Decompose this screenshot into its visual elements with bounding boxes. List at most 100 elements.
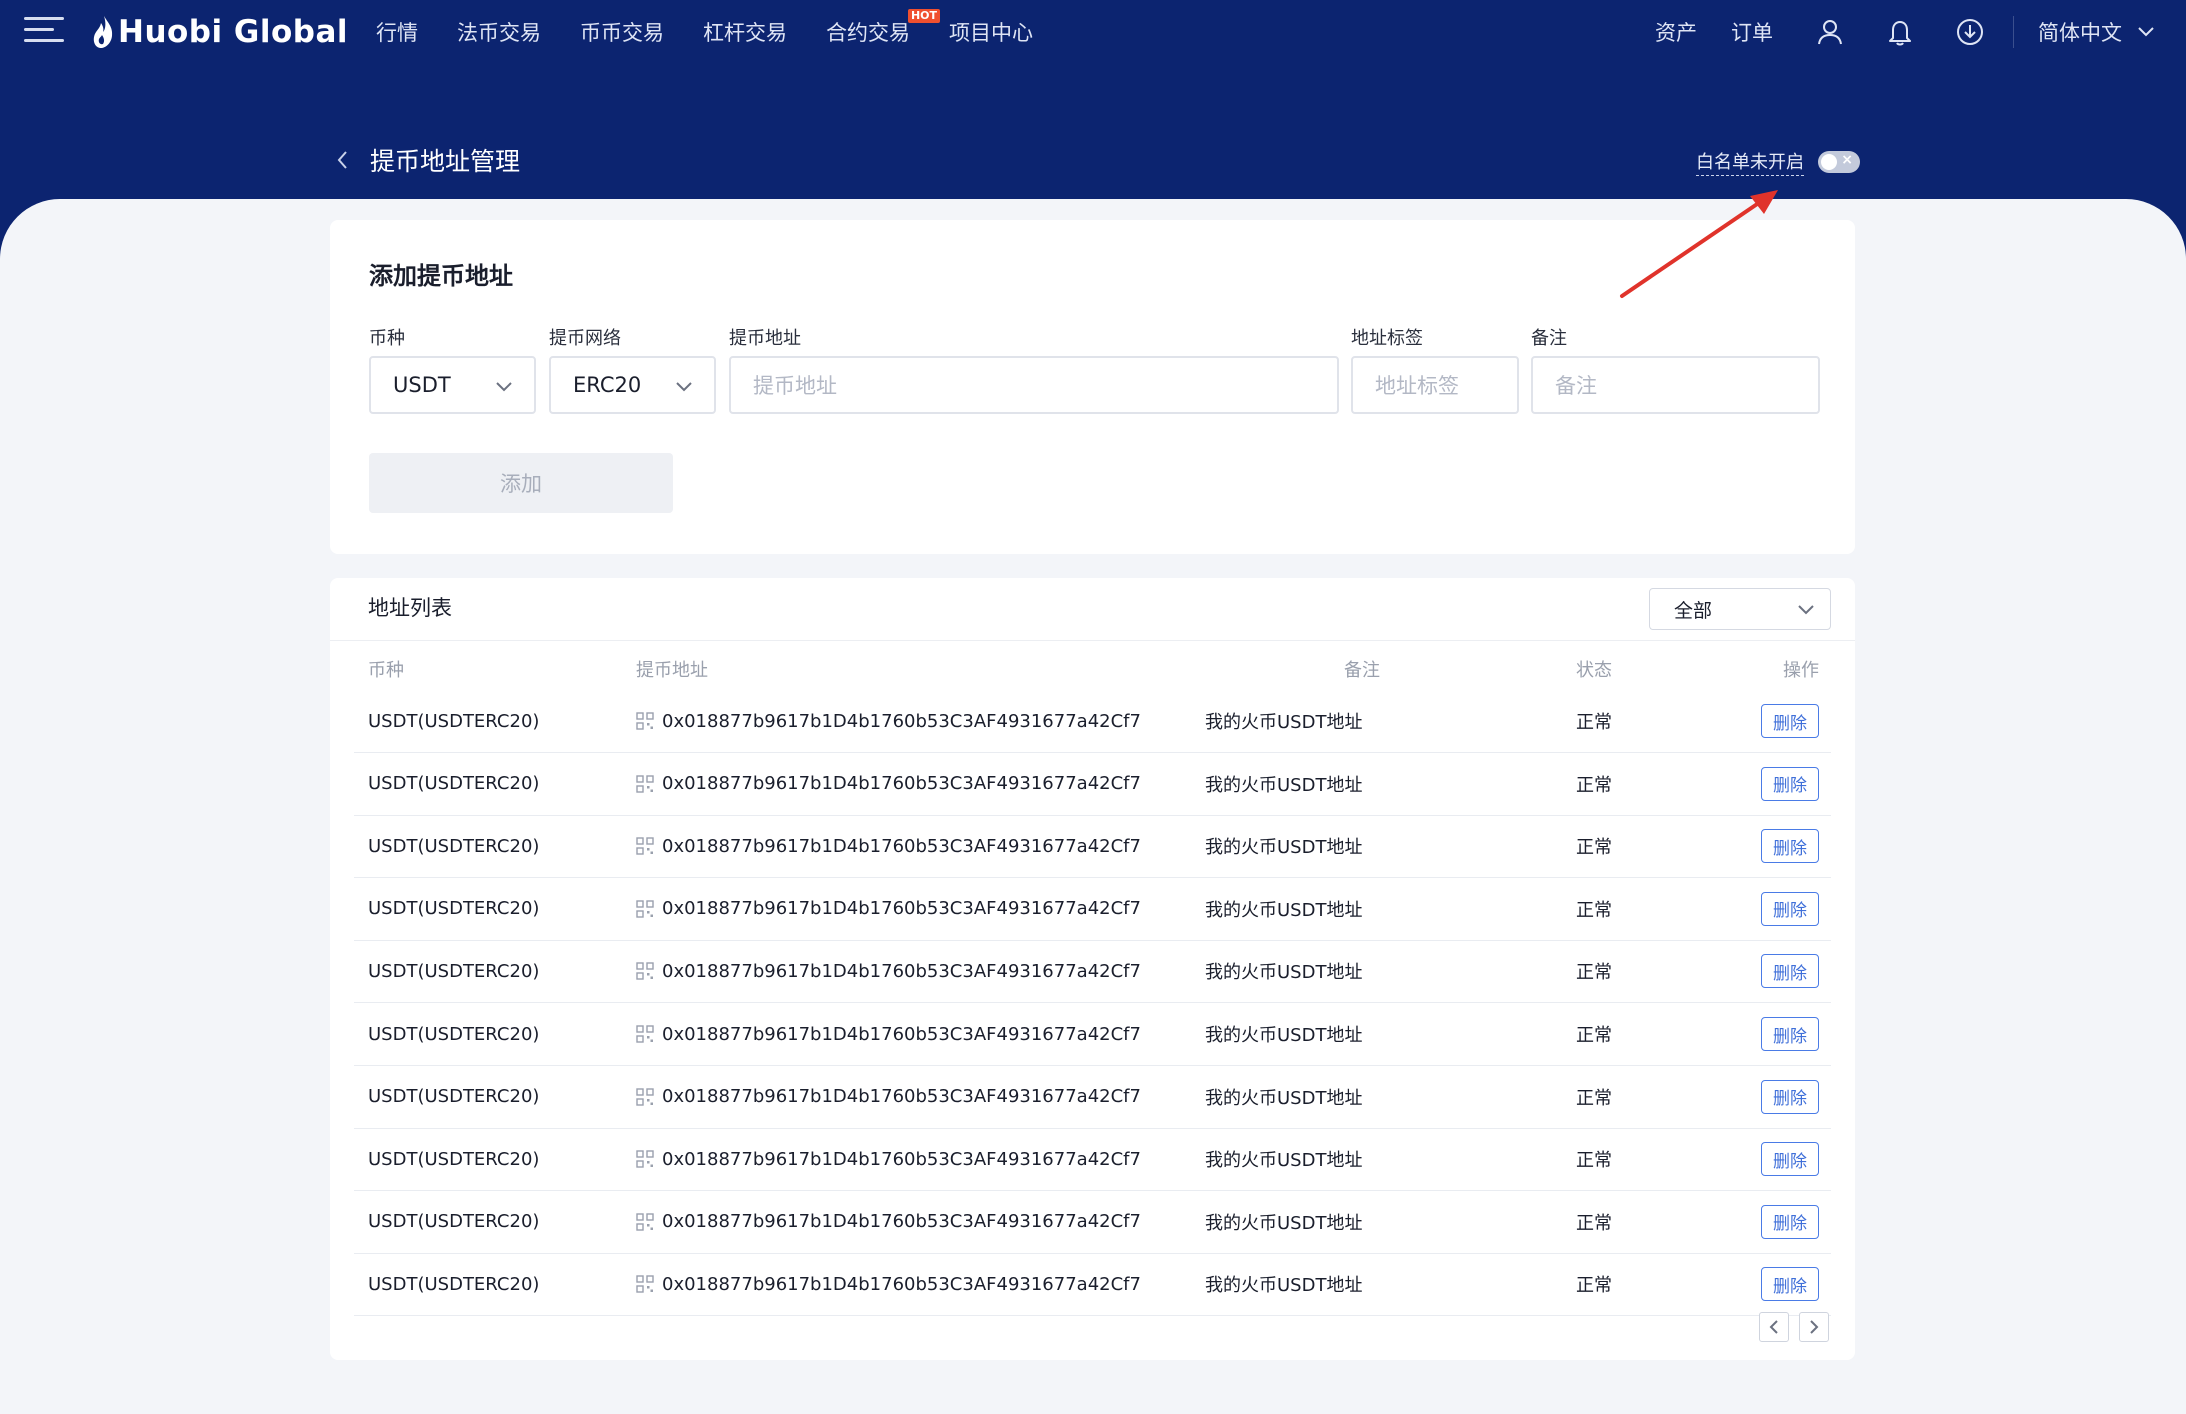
row-address-cell: 0x018877b9617b1D4b1760b53C3AF4931677a42C… <box>636 815 1141 877</box>
note-placeholder: 备注 <box>1555 374 1597 398</box>
row-status: 正常 <box>1576 1087 1612 1109</box>
nav-project-center[interactable]: 项目中心 <box>949 17 1033 47</box>
page-title: 提币地址管理 <box>370 147 521 176</box>
row-currency: USDT(USDTERC20) <box>368 960 540 982</box>
address-field: 提币地址 提币地址 <box>729 324 1339 414</box>
nav-spot-trading[interactable]: 币币交易 <box>580 17 664 47</box>
main-nav: 行情 法币交易 币币交易 杠杆交易 合约交易 HOT 项目中心 <box>376 0 1072 64</box>
qr-code-icon[interactable] <box>636 1213 654 1231</box>
address-placeholder: 提币地址 <box>753 374 837 398</box>
row-currency: USDT(USDTERC20) <box>368 710 540 732</box>
qr-code-icon[interactable] <box>636 1275 654 1294</box>
huobi-logo[interactable]: Huobi Global <box>92 12 348 52</box>
user-icon[interactable] <box>1815 17 1845 47</box>
qr-code-icon[interactable] <box>636 774 654 793</box>
delete-button[interactable]: 删除 <box>1761 766 1819 801</box>
row-address: 0x018877b9617b1D4b1760b53C3AF4931677a42C… <box>662 1023 1141 1045</box>
table-row: USDT(USDTERC20) 0x018877b9617b1D4b1760b53… <box>354 878 1831 941</box>
row-address: 0x018877b9617b1D4b1760b53C3AF4931677a42C… <box>662 835 1141 857</box>
delete-button[interactable]: 删除 <box>1761 704 1819 738</box>
qr-code-icon[interactable] <box>636 962 654 981</box>
whitelist-control: 白名单未开启 × <box>1696 148 1860 176</box>
whitelist-label[interactable]: 白名单未开启 <box>1696 148 1804 176</box>
tag-input[interactable]: 地址标签 <box>1351 356 1519 414</box>
row-currency: USDT(USDTERC20) <box>368 1086 540 1108</box>
nav-assets[interactable]: 资产 <box>1655 17 1697 47</box>
row-status: 正常 <box>1576 899 1612 921</box>
row-currency: USDT(USDTERC20) <box>368 1148 540 1170</box>
row-address: 0x018877b9617b1D4b1760b53C3AF4931677a42C… <box>662 898 1141 920</box>
row-address-cell: 0x018877b9617b1D4b1760b53C3AF4931677a42C… <box>636 1003 1141 1065</box>
table-row: USDT(USDTERC20) 0x018877b9617b1D4b1760b53… <box>354 690 1831 753</box>
row-address: 0x018877b9617b1D4b1760b53C3AF4931677a42C… <box>662 960 1141 982</box>
tag-field: 地址标签 地址标签 <box>1351 324 1519 414</box>
row-note: 我的火币USDT地址 <box>1205 899 1363 921</box>
currency-select[interactable]: USDT <box>369 356 536 414</box>
nav-fiat-trading[interactable]: 法币交易 <box>457 17 541 47</box>
nav-margin-trading[interactable]: 杠杆交易 <box>703 17 787 47</box>
next-page-button[interactable] <box>1799 1312 1829 1342</box>
network-value: ERC20 <box>573 373 642 397</box>
qr-code-icon[interactable] <box>636 1150 654 1168</box>
network-label: 提币网络 <box>549 328 621 349</box>
row-address-cell: 0x018877b9617b1D4b1760b53C3AF4931677a42C… <box>636 1066 1141 1128</box>
address-list-title: 地址列表 <box>368 596 452 620</box>
col-status: 状态 <box>1576 660 1612 681</box>
table-row: USDT(USDTERC20) 0x018877b9617b1D4b1760b53… <box>354 815 1831 879</box>
delete-button[interactable]: 删除 <box>1761 954 1819 989</box>
qr-code-icon[interactable] <box>636 1025 654 1043</box>
row-address: 0x018877b9617b1D4b1760b53C3AF4931677a42C… <box>662 773 1141 795</box>
nav-divider <box>2013 16 2014 48</box>
delete-button[interactable]: 删除 <box>1761 1267 1819 1302</box>
delete-button[interactable]: 删除 <box>1761 1204 1819 1239</box>
row-note: 我的火币USDT地址 <box>1205 962 1363 984</box>
add-address-card: 添加 提币地址 币种 USDT 提币网络 ERC20 提币地址 提币地址 地址标签… <box>330 220 1855 554</box>
address-label: 提币地址 <box>729 328 801 349</box>
note-field: 备注 备注 <box>1531 324 1820 414</box>
whitelist-toggle[interactable]: × <box>1818 151 1860 173</box>
add-button[interactable]: 添加 <box>369 453 673 513</box>
delete-button[interactable]: 删除 <box>1761 1142 1819 1177</box>
qr-code-icon[interactable] <box>636 712 654 730</box>
delete-button[interactable]: 删除 <box>1761 1079 1819 1114</box>
row-address-cell: 0x018877b9617b1D4b1760b53C3AF4931677a42C… <box>636 753 1141 815</box>
network-select[interactable]: ERC20 <box>549 356 716 414</box>
row-address-cell: 0x018877b9617b1D4b1760b53C3AF4931677a42C… <box>636 1191 1141 1253</box>
row-address: 0x018877b9617b1D4b1760b53C3AF4931677a42C… <box>662 1086 1141 1108</box>
back-arrow-icon[interactable] <box>330 146 354 174</box>
list-filter-select[interactable]: 全部 <box>1649 588 1831 630</box>
nav-contract-trading[interactable]: 合约交易 HOT <box>826 9 940 47</box>
row-currency: USDT(USDTERC20) <box>368 773 540 795</box>
address-list-card: 地址列表 全部 币种 提币地址 备注 状态 操作 USDT(USDTERC20)… <box>330 578 1855 1360</box>
row-currency: USDT(USDTERC20) <box>368 1211 540 1233</box>
row-status: 正常 <box>1576 837 1612 859</box>
col-action: 操作 <box>1783 660 1819 681</box>
note-input[interactable]: 备注 <box>1531 356 1820 414</box>
prev-page-button[interactable] <box>1759 1312 1789 1342</box>
qr-code-icon[interactable] <box>636 837 654 855</box>
delete-button[interactable]: 删除 <box>1761 1017 1819 1051</box>
nav-market[interactable]: 行情 <box>376 17 418 47</box>
menu-icon[interactable] <box>24 17 64 43</box>
nav-orders[interactable]: 订单 <box>1731 17 1773 47</box>
delete-button[interactable]: 删除 <box>1761 829 1819 864</box>
language-selector[interactable]: 简体中文 <box>2038 17 2154 47</box>
col-note: 备注 <box>1344 660 1380 681</box>
tag-label: 地址标签 <box>1351 328 1423 349</box>
row-currency: USDT(USDTERC20) <box>368 1273 540 1295</box>
qr-code-icon[interactable] <box>636 900 654 918</box>
bell-icon[interactable] <box>1885 17 1915 47</box>
row-status: 正常 <box>1576 962 1612 984</box>
currency-label: 币种 <box>369 328 405 349</box>
delete-button[interactable]: 删除 <box>1761 891 1819 926</box>
table-row: USDT(USDTERC20) 0x018877b9617b1D4b1760b53… <box>354 1066 1831 1129</box>
qr-code-icon[interactable] <box>636 1087 654 1106</box>
download-icon[interactable] <box>1955 17 1985 47</box>
table-row: USDT(USDTERC20) 0x018877b9617b1D4b1760b53… <box>354 940 1831 1004</box>
col-currency: 币种 <box>368 660 404 681</box>
address-input[interactable]: 提币地址 <box>729 356 1339 414</box>
flame-logo-icon <box>93 16 113 48</box>
row-address: 0x018877b9617b1D4b1760b53C3AF4931677a42C… <box>662 710 1141 732</box>
chevron-right-icon <box>1810 1320 1819 1334</box>
table-row: USDT(USDTERC20) 0x018877b9617b1D4b1760b53… <box>354 1003 1831 1066</box>
